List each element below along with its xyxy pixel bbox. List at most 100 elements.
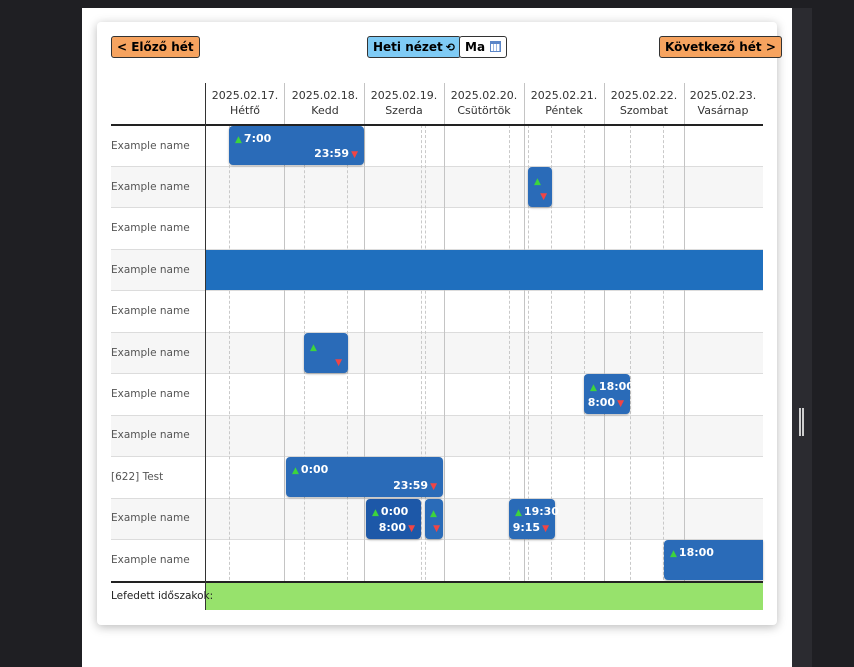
event-start-time: 18:00 <box>598 380 634 393</box>
event-start: ▲ 19:30 <box>515 505 559 518</box>
day-name: Kedd <box>311 104 339 117</box>
start-arrow-icon: ▲ <box>292 466 299 476</box>
row-label: Example name <box>111 388 190 400</box>
today-button[interactable]: Ma <box>459 36 508 58</box>
event-block[interactable]: ▲ ▼ <box>425 499 443 539</box>
row-band <box>111 166 763 207</box>
start-arrow-icon: ▲ <box>534 177 541 187</box>
day-date: 2025.02.20. <box>450 89 518 102</box>
window-scroll-strip <box>792 8 812 667</box>
event-block[interactable]: ▲ 7:00 23:59 ▼ <box>229 126 364 165</box>
event-end-time: 23:59 <box>314 147 350 160</box>
week-view-label: Heti nézet <box>373 40 443 54</box>
start-arrow-icon: ▲ <box>235 135 242 145</box>
row-label: Example name <box>111 512 190 524</box>
time-guide <box>421 125 422 610</box>
row-label: [622] Test <box>111 471 164 483</box>
row-label: Example name <box>111 305 190 317</box>
event-end: ▼ <box>538 189 547 202</box>
event-end-time: 8:00 <box>378 521 407 534</box>
event-start: ▲ 0:00 <box>292 463 328 476</box>
row-band <box>111 332 763 373</box>
start-arrow-icon: ▲ <box>590 383 597 393</box>
start-arrow-icon: ▲ <box>670 549 677 559</box>
end-arrow-icon: ▼ <box>542 524 549 534</box>
row-label: Example name <box>111 554 190 566</box>
end-arrow-icon: ▼ <box>408 524 415 534</box>
row-label: Example name <box>111 429 190 441</box>
end-arrow-icon: ▼ <box>540 192 547 202</box>
covered-periods-bar <box>206 582 763 610</box>
day-date: 2025.02.18. <box>291 89 359 102</box>
day-header-2: 2025.02.19. Szerda <box>364 88 444 118</box>
event-end: 23:59 ▼ <box>393 479 437 492</box>
row-band <box>111 374 763 415</box>
prev-week-button[interactable]: < Előző hét <box>111 36 200 58</box>
event-start-time: 19:30 <box>523 505 559 518</box>
event-start-time: 18:00 <box>678 546 714 559</box>
end-arrow-icon: ▼ <box>351 150 358 160</box>
day-name: Szerda <box>385 104 423 117</box>
row-band <box>111 125 763 166</box>
day-date: 2025.02.23. <box>689 89 757 102</box>
event-end: 8:00 ▼ <box>379 521 415 534</box>
event-end-time: 9:15 <box>512 521 541 534</box>
time-guide <box>663 125 664 610</box>
day-name: Péntek <box>545 104 583 117</box>
event-end-time: 8:00 <box>587 396 616 409</box>
event-block[interactable]: ▲ 18:00 8:00 ▼ <box>584 374 634 414</box>
next-week-button[interactable]: Következő hét > <box>659 36 782 58</box>
event-end: ▼ <box>431 521 440 534</box>
event-start: ▲ 18:00 <box>670 546 714 559</box>
event-block[interactable]: ▲ 0:00 8:00 ▼ <box>366 499 421 539</box>
event-block[interactable]: ▲ ▼ <box>304 333 348 373</box>
event-start: ▲ <box>534 174 543 187</box>
full-week-event[interactable] <box>206 250 763 290</box>
end-arrow-icon: ▼ <box>433 524 440 534</box>
day-divider <box>364 83 365 610</box>
row-divider <box>111 332 763 333</box>
covered-periods-label: Lefedett időszakok: <box>111 590 214 602</box>
row-band <box>111 291 763 332</box>
event-end: 9:15 ▼ <box>513 521 549 534</box>
row-divider <box>111 207 763 208</box>
day-date: 2025.02.22. <box>610 89 678 102</box>
start-arrow-icon: ▲ <box>310 343 317 353</box>
event-start: ▲ <box>310 340 319 353</box>
row-label: Example name <box>111 181 190 193</box>
event-block[interactable]: ▲ 18:00 <box>664 540 763 580</box>
event-block[interactable]: ▲ ▼ <box>528 167 552 207</box>
resize-handle[interactable] <box>799 408 804 436</box>
event-start: ▲ 0:00 <box>372 505 408 518</box>
end-arrow-icon: ▼ <box>335 358 342 368</box>
day-divider <box>684 83 685 610</box>
day-divider <box>444 83 445 610</box>
day-name: Vasárnap <box>697 104 749 117</box>
event-block[interactable]: ▲ 19:30 9:15 ▼ <box>509 499 559 539</box>
day-name: Csütörtök <box>457 104 511 117</box>
today-label: Ma <box>465 40 486 54</box>
day-header-4: 2025.02.21. Péntek <box>524 88 604 118</box>
row-label: Example name <box>111 222 190 234</box>
row-divider <box>111 415 763 416</box>
event-block[interactable]: ▲ 0:00 23:59 ▼ <box>286 457 443 497</box>
end-arrow-icon: ▼ <box>617 399 624 409</box>
day-date: 2025.02.21. <box>530 89 598 102</box>
day-date: 2025.02.17. <box>211 89 279 102</box>
event-start: ▲ <box>430 506 439 519</box>
header-border <box>111 124 763 126</box>
day-date: 2025.02.19. <box>370 89 438 102</box>
week-view-button[interactable]: Heti nézet ⟲ <box>367 36 461 58</box>
row-label: Example name <box>111 347 190 359</box>
event-end: 23:59 ▼ <box>314 147 358 160</box>
event-start-time: 7:00 <box>243 132 272 145</box>
row-divider <box>111 373 763 374</box>
time-guide <box>229 125 230 610</box>
day-header-5: 2025.02.22. Szombat <box>604 88 684 118</box>
event-start: ▲ 18:00 <box>590 380 634 393</box>
day-header-6: 2025.02.23. Vasárnap <box>683 88 763 118</box>
refresh-icon: ⟲ <box>445 41 455 54</box>
time-guide <box>630 125 631 610</box>
day-header-3: 2025.02.20. Csütörtök <box>444 88 524 118</box>
event-start-time: 0:00 <box>380 505 409 518</box>
